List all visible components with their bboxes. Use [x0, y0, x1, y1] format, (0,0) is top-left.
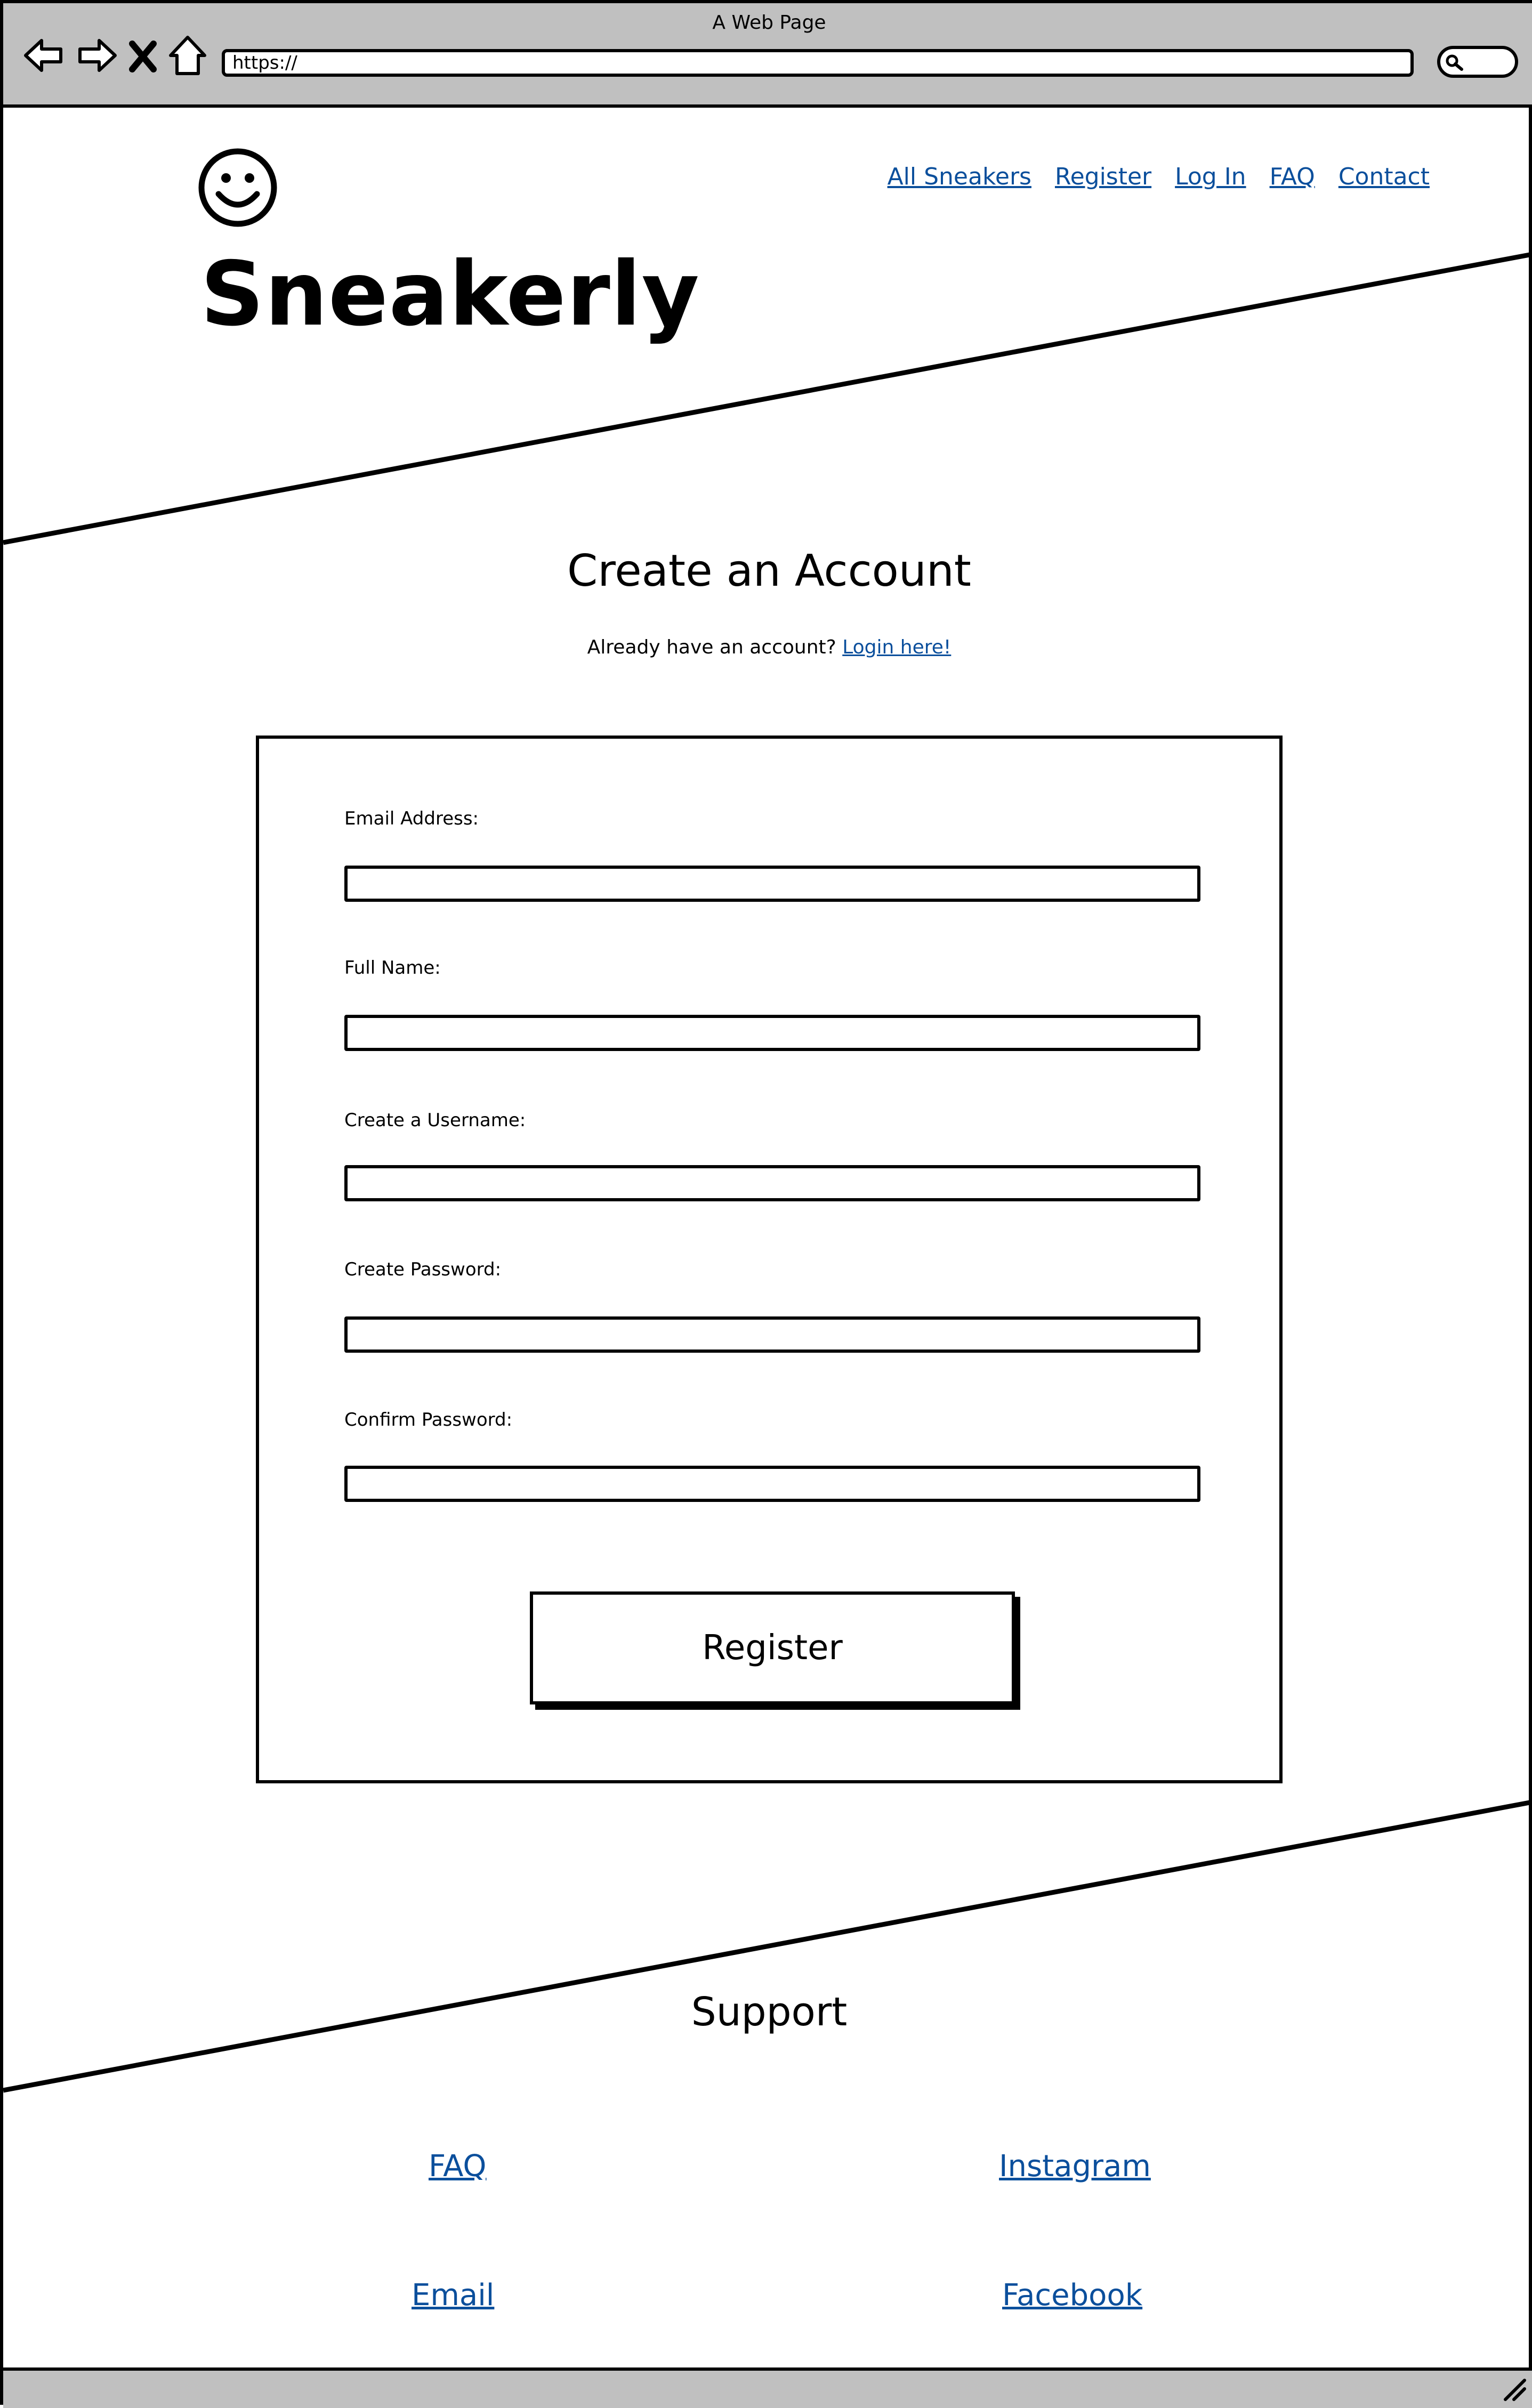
brand-name: Sneakerly — [200, 243, 700, 346]
close-x-icon[interactable] — [127, 34, 159, 77]
browser-window: A Web Page https:// Sneakerly All Sneake… — [0, 0, 1532, 2408]
address-bar[interactable]: https:// — [222, 49, 1414, 77]
browser-titlebar: A Web Page https:// — [3, 3, 1532, 108]
home-icon[interactable] — [166, 34, 209, 77]
window-title: A Web Page — [712, 12, 826, 34]
forward-arrow-icon[interactable] — [76, 34, 118, 77]
footer-email-link[interactable]: Email — [412, 2278, 494, 2313]
support-heading: Support — [691, 1989, 848, 2035]
email-field[interactable] — [344, 866, 1200, 902]
full-name-field[interactable] — [344, 1015, 1200, 1051]
username-field[interactable] — [344, 1165, 1200, 1201]
login-prompt-text: Already have an account? — [587, 636, 836, 658]
full-name-label: Full Name: — [344, 957, 441, 979]
password-field[interactable] — [344, 1316, 1200, 1353]
confirm-password-field[interactable] — [344, 1466, 1200, 1502]
confirm-password-label: Confirm Password: — [344, 1409, 513, 1431]
username-label: Create a Username: — [344, 1110, 526, 1131]
nav-contact[interactable]: Contact — [1339, 163, 1430, 190]
register-button[interactable]: Register — [530, 1591, 1015, 1704]
nav-all-sneakers[interactable]: All Sneakers — [888, 163, 1031, 190]
registration-form: Email Address: Full Name: Create a Usern… — [256, 736, 1283, 1783]
footer-facebook-link[interactable]: Facebook — [1002, 2278, 1142, 2313]
nav-faq[interactable]: FAQ — [1270, 163, 1315, 190]
password-label: Create Password: — [344, 1259, 502, 1280]
footer-instagram-link[interactable]: Instagram — [999, 2149, 1151, 2184]
email-label: Email Address: — [344, 808, 479, 829]
browser-status-bar — [3, 2367, 1532, 2408]
smiley-face-icon — [198, 148, 277, 227]
login-link[interactable]: Login here! — [842, 636, 951, 658]
login-prompt: Already have an account? Login here! — [3, 636, 1532, 658]
footer-faq-link[interactable]: FAQ — [429, 2149, 486, 2184]
back-arrow-icon[interactable] — [22, 34, 65, 77]
page-title: Create an Account — [567, 546, 971, 596]
search-icon — [1446, 54, 1463, 71]
nav-log-in[interactable]: Log In — [1175, 163, 1246, 190]
top-navigation: All Sneakers Register Log In FAQ Contact — [888, 163, 1430, 190]
nav-register[interactable]: Register — [1055, 163, 1151, 190]
resize-grip-icon[interactable] — [1501, 2376, 1528, 2403]
browser-search-box[interactable] — [1437, 46, 1518, 78]
